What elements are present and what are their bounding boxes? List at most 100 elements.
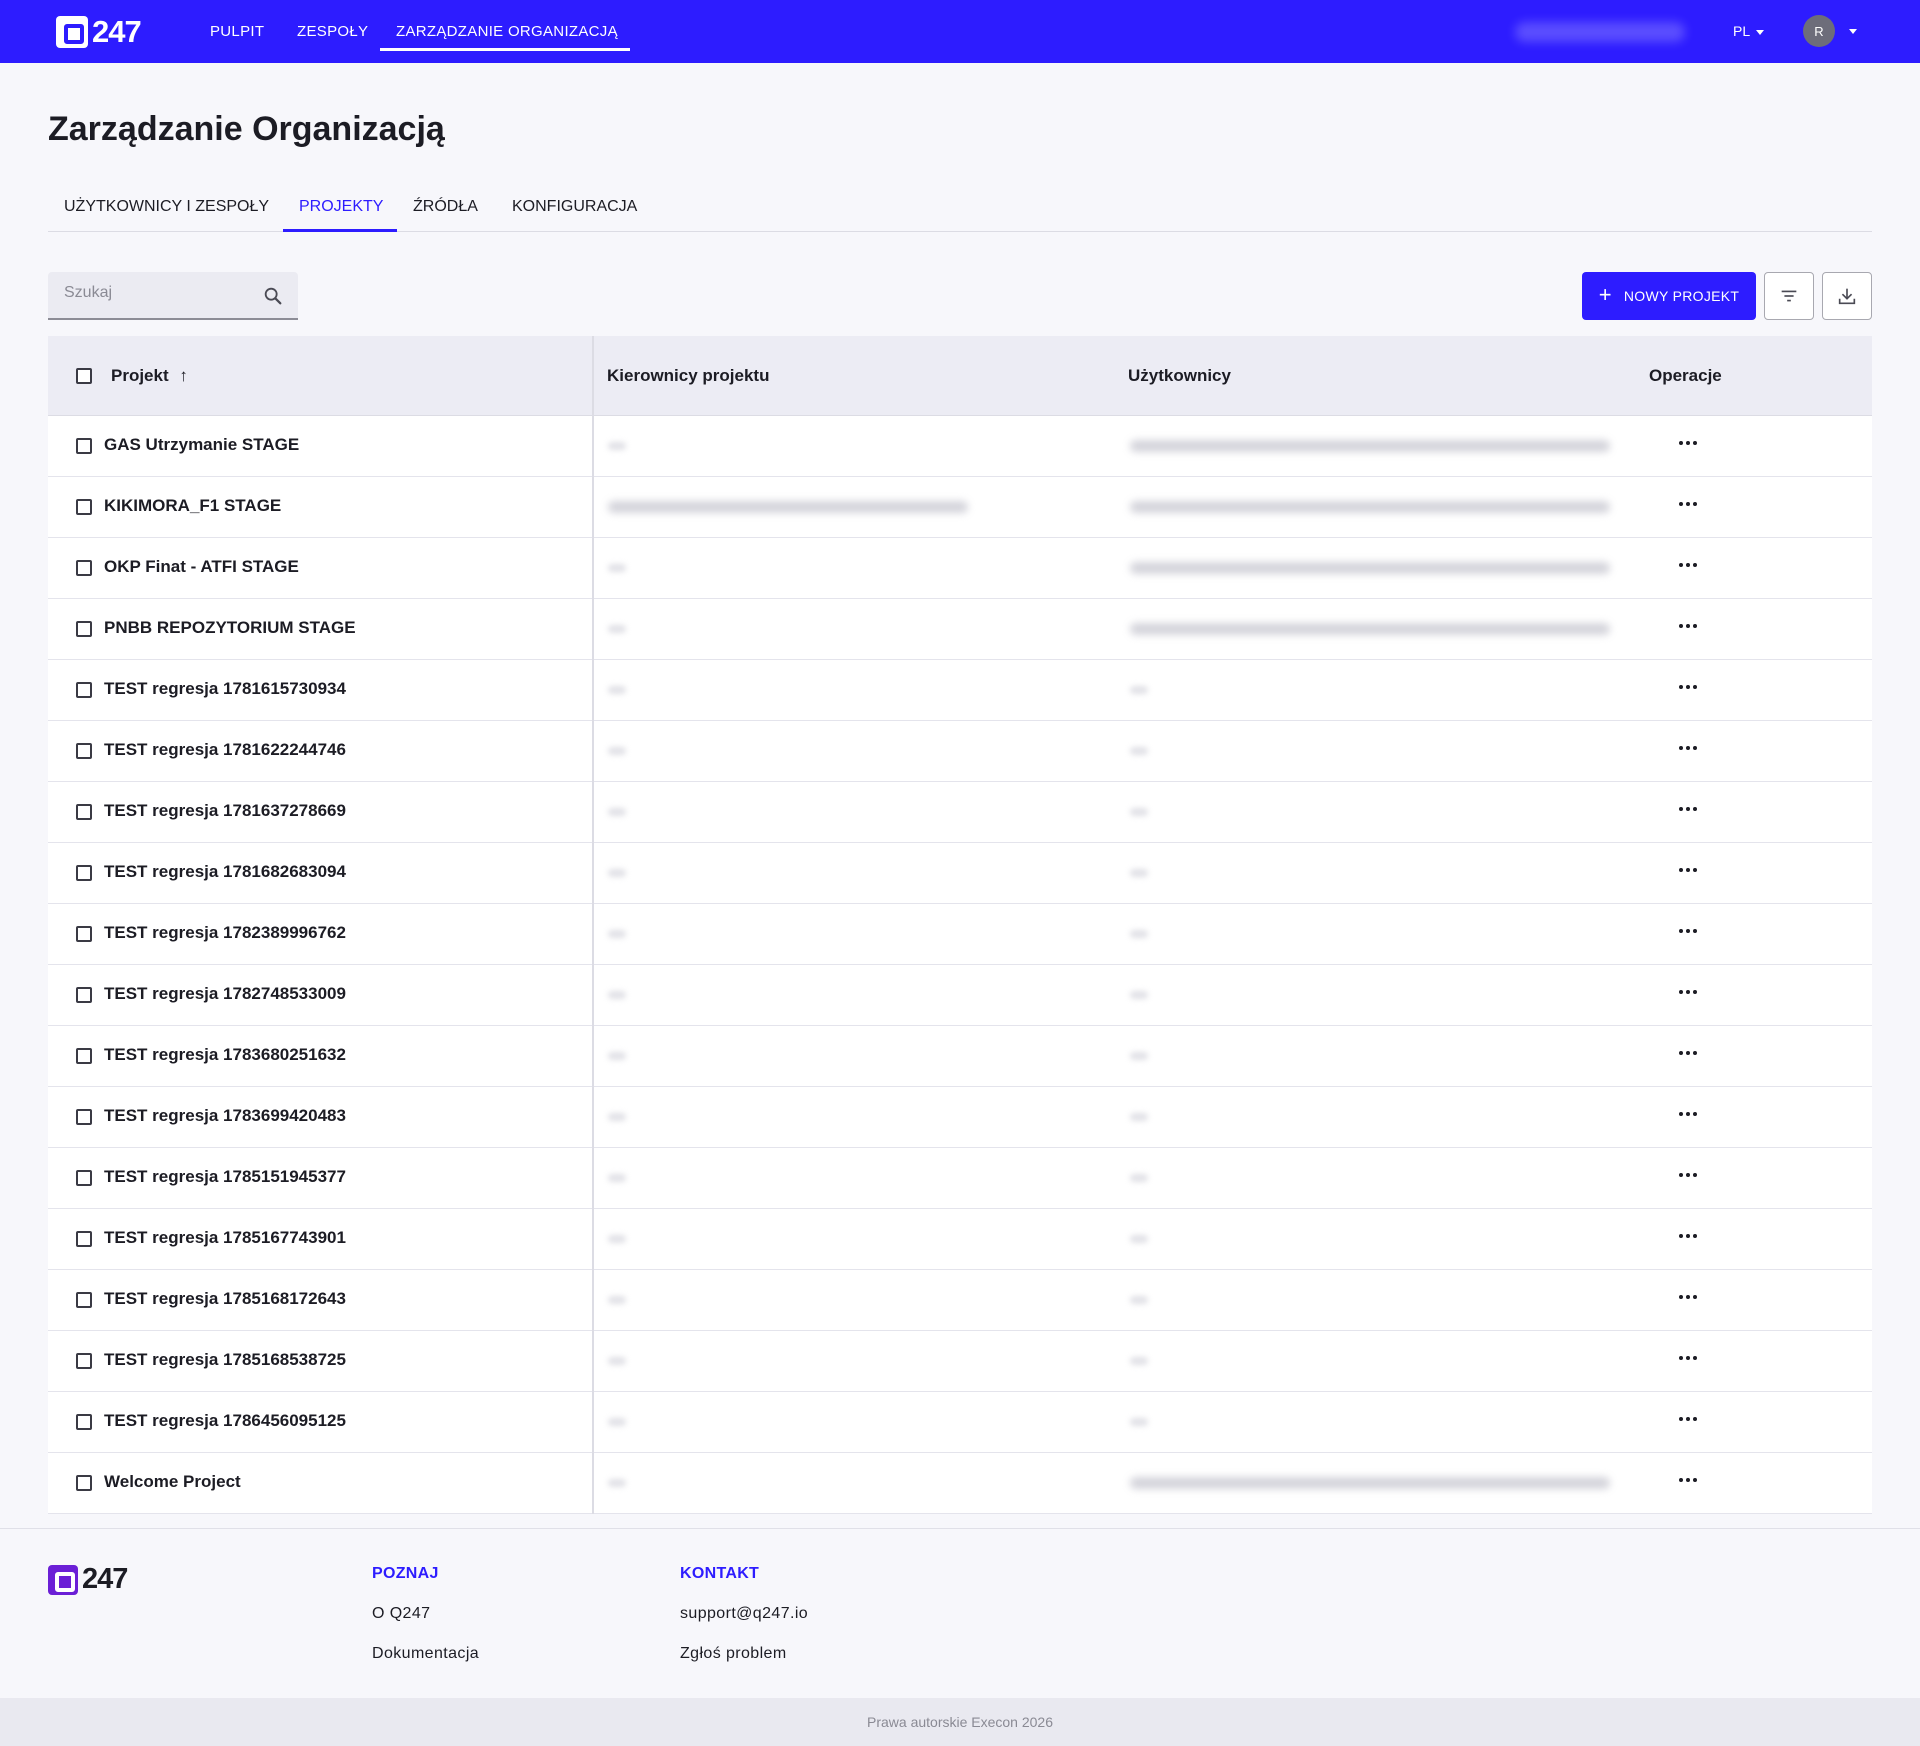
project-name[interactable]: Welcome Project: [104, 1472, 241, 1492]
filter-button[interactable]: [1764, 272, 1814, 320]
dot: [1693, 929, 1697, 933]
nav-zespoly[interactable]: ZESPOŁY: [297, 23, 368, 40]
more-options-icon[interactable]: [1679, 990, 1697, 996]
row-checkbox[interactable]: [76, 1170, 92, 1186]
more-options-icon[interactable]: [1679, 502, 1697, 508]
nav-zarzadzanie-organizacja[interactable]: ZARZĄDZANIE ORGANIZACJĄ: [396, 23, 618, 40]
project-users-redacted: [1130, 1052, 1148, 1060]
row-checkbox[interactable]: [76, 1292, 92, 1308]
footer-link-support-email[interactable]: support@q247.io: [680, 1605, 808, 1623]
row-checkbox[interactable]: [76, 1353, 92, 1369]
nav-pulpit[interactable]: PULPIT: [210, 23, 264, 40]
footer-link-dokumentacja[interactable]: Dokumentacja: [372, 1645, 479, 1663]
select-all-checkbox[interactable]: [76, 368, 92, 384]
export-button[interactable]: [1822, 272, 1872, 320]
more-options-icon[interactable]: [1679, 685, 1697, 691]
footer-heading-kontakt: KONTAKT: [680, 1565, 760, 1582]
table-row[interactable]: TEST regresja 1785167743901: [48, 1209, 1872, 1270]
project-name[interactable]: GAS Utrzymanie STAGE: [104, 435, 299, 455]
tab-konfiguracja[interactable]: KONFIGURACJA: [512, 198, 637, 216]
table-row[interactable]: TEST regresja 1785168538725: [48, 1331, 1872, 1392]
caret-down-icon[interactable]: [1849, 29, 1857, 34]
more-options-icon[interactable]: [1679, 1417, 1697, 1423]
row-checkbox[interactable]: [76, 743, 92, 759]
table-row[interactable]: OKP Finat - ATFI STAGE: [48, 538, 1872, 599]
more-options-icon[interactable]: [1679, 624, 1697, 630]
table-row[interactable]: TEST regresja 1781637278669: [48, 782, 1872, 843]
row-checkbox[interactable]: [76, 682, 92, 698]
more-options-icon[interactable]: [1679, 1356, 1697, 1362]
table-row[interactable]: TEST regresja 1781682683094: [48, 843, 1872, 904]
more-options-icon[interactable]: [1679, 1112, 1697, 1118]
table-row[interactable]: TEST regresja 1786456095125: [48, 1392, 1872, 1453]
project-name[interactable]: TEST regresja 1781682683094: [104, 862, 346, 882]
project-name[interactable]: TEST regresja 1782748533009: [104, 984, 346, 1004]
language-selector[interactable]: PL: [1733, 23, 1765, 39]
more-options-icon[interactable]: [1679, 929, 1697, 935]
project-name[interactable]: TEST regresja 1785167743901: [104, 1228, 346, 1248]
row-checkbox[interactable]: [76, 865, 92, 881]
more-options-icon[interactable]: [1679, 746, 1697, 752]
tab-projekty[interactable]: PROJEKTY: [299, 198, 383, 216]
column-header-projekt[interactable]: Projekt ↑: [111, 366, 188, 386]
more-options-icon[interactable]: [1679, 441, 1697, 447]
more-options-icon[interactable]: [1679, 1295, 1697, 1301]
more-options-icon[interactable]: [1679, 1478, 1697, 1484]
table-row[interactable]: TEST regresja 1782389996762: [48, 904, 1872, 965]
more-options-icon[interactable]: [1679, 1051, 1697, 1057]
table-row[interactable]: TEST regresja 1785168172643: [48, 1270, 1872, 1331]
project-name[interactable]: TEST regresja 1785168538725: [104, 1350, 346, 1370]
row-checkbox[interactable]: [76, 987, 92, 1003]
tab-zrodla[interactable]: ŹRÓDŁA: [413, 198, 478, 216]
search-field[interactable]: [48, 272, 298, 320]
table-row[interactable]: Welcome Project: [48, 1453, 1872, 1514]
project-name[interactable]: TEST regresja 1783699420483: [104, 1106, 346, 1126]
user-avatar[interactable]: R: [1803, 15, 1835, 47]
row-checkbox[interactable]: [76, 560, 92, 576]
more-options-icon[interactable]: [1679, 1173, 1697, 1179]
table-row[interactable]: TEST regresja 1781615730934: [48, 660, 1872, 721]
table-row[interactable]: TEST regresja 1783680251632: [48, 1026, 1872, 1087]
more-options-icon[interactable]: [1679, 868, 1697, 874]
search-icon[interactable]: [262, 285, 284, 307]
row-checkbox[interactable]: [76, 438, 92, 454]
footer-link-zglos-problem[interactable]: Zgłoś problem: [680, 1645, 787, 1663]
search-input[interactable]: [64, 284, 254, 302]
table-row[interactable]: KIKIMORA_F1 STAGE: [48, 477, 1872, 538]
table-row[interactable]: PNBB REPOZYTORIUM STAGE: [48, 599, 1872, 660]
project-name[interactable]: PNBB REPOZYTORIUM STAGE: [104, 618, 356, 638]
new-project-button[interactable]: + NOWY PROJEKT: [1582, 272, 1756, 320]
table-row[interactable]: TEST regresja 1781622244746: [48, 721, 1872, 782]
q247-logo[interactable]: 247: [56, 14, 142, 49]
project-managers-redacted: [608, 1174, 626, 1182]
table-row[interactable]: TEST regresja 1785151945377: [48, 1148, 1872, 1209]
project-name[interactable]: TEST regresja 1781637278669: [104, 801, 346, 821]
tab-uzytkownicy-i-zespoly[interactable]: UŻYTKOWNICY I ZESPOŁY: [64, 198, 269, 216]
project-name[interactable]: OKP Finat - ATFI STAGE: [104, 557, 299, 577]
footer-link-o-q247[interactable]: O Q247: [372, 1605, 430, 1623]
project-name[interactable]: TEST regresja 1783680251632: [104, 1045, 346, 1065]
row-checkbox[interactable]: [76, 499, 92, 515]
project-name[interactable]: TEST regresja 1785151945377: [104, 1167, 346, 1187]
project-name[interactable]: TEST regresja 1786456095125: [104, 1411, 346, 1431]
table-row[interactable]: TEST regresja 1782748533009: [48, 965, 1872, 1026]
project-name[interactable]: TEST regresja 1781615730934: [104, 679, 346, 699]
table-row[interactable]: GAS Utrzymanie STAGE: [48, 416, 1872, 477]
more-options-icon[interactable]: [1679, 1234, 1697, 1240]
row-checkbox[interactable]: [76, 1475, 92, 1491]
row-checkbox[interactable]: [76, 621, 92, 637]
project-name[interactable]: TEST regresja 1785168172643: [104, 1289, 346, 1309]
row-checkbox[interactable]: [76, 1048, 92, 1064]
project-name[interactable]: TEST regresja 1782389996762: [104, 923, 346, 943]
dot: [1679, 807, 1683, 811]
row-checkbox[interactable]: [76, 926, 92, 942]
more-options-icon[interactable]: [1679, 807, 1697, 813]
row-checkbox[interactable]: [76, 1414, 92, 1430]
row-checkbox[interactable]: [76, 1231, 92, 1247]
more-options-icon[interactable]: [1679, 563, 1697, 569]
table-row[interactable]: TEST regresja 1783699420483: [48, 1087, 1872, 1148]
row-checkbox[interactable]: [76, 1109, 92, 1125]
project-name[interactable]: KIKIMORA_F1 STAGE: [104, 496, 281, 516]
row-checkbox[interactable]: [76, 804, 92, 820]
project-name[interactable]: TEST regresja 1781622244746: [104, 740, 346, 760]
